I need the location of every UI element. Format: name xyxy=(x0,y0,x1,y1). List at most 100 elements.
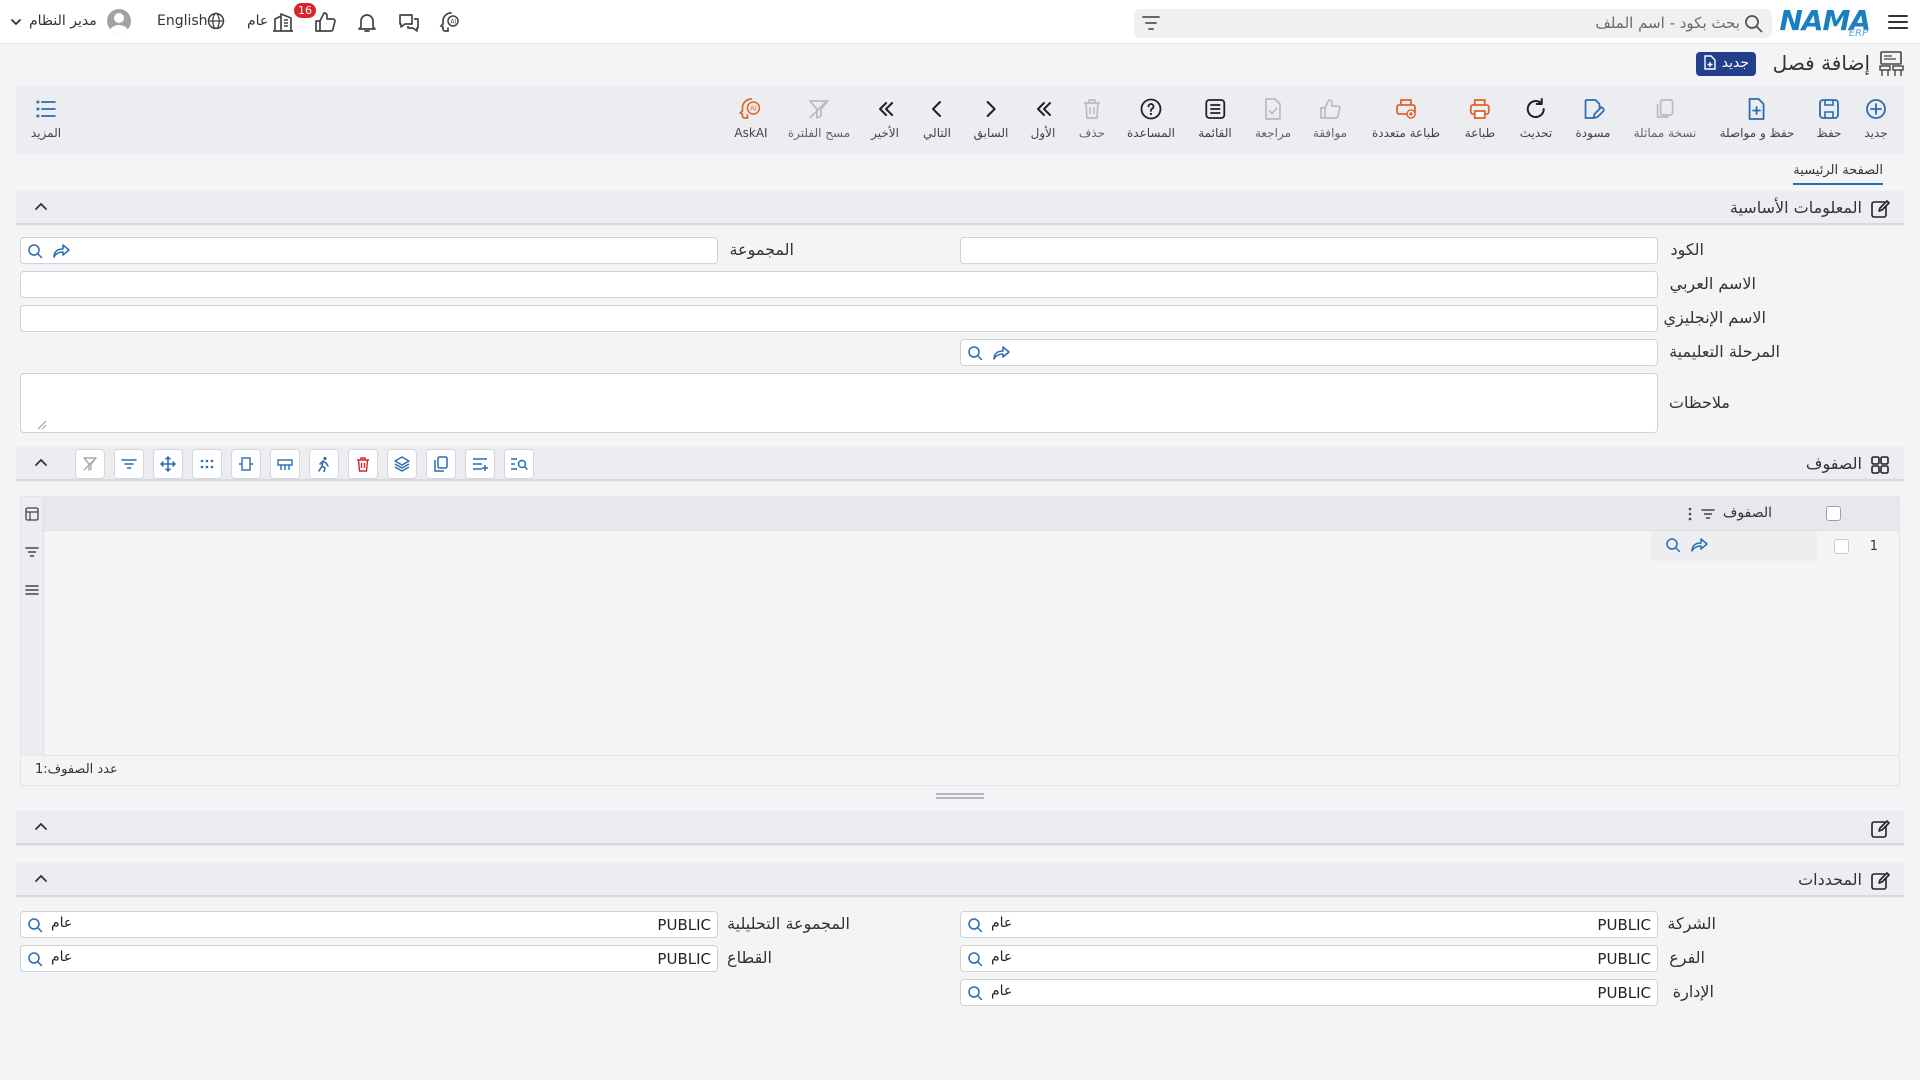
row-checkbox[interactable] xyxy=(1834,539,1849,554)
search-lookup-icon[interactable] xyxy=(27,917,43,933)
search-lookup-icon[interactable] xyxy=(1665,537,1681,553)
search-list-icon xyxy=(511,458,528,471)
table-row[interactable]: 1 xyxy=(44,531,1899,561)
svg-text:AI: AI xyxy=(749,105,756,113)
refresh-button[interactable]: تحديث xyxy=(1520,96,1552,140)
branch-label[interactable]: عام xyxy=(247,13,268,29)
delete-button[interactable]: حذف xyxy=(1079,96,1105,140)
grid-clear-filter-button[interactable] xyxy=(75,449,105,479)
grid-run-button[interactable] xyxy=(309,449,339,479)
english-name-input[interactable] xyxy=(20,305,1658,332)
branch-lookup[interactable]: عام PUBLIC xyxy=(960,945,1658,972)
grid-insert-button[interactable] xyxy=(465,449,495,479)
resize-splitter[interactable] xyxy=(936,793,984,799)
next-button[interactable]: التالي xyxy=(923,96,951,140)
filter-icon[interactable] xyxy=(25,545,39,559)
duplicate-label: نسخة مماثلة xyxy=(1633,126,1697,140)
thumbs-up-icon[interactable] xyxy=(313,10,337,34)
select-all-checkbox[interactable] xyxy=(1826,506,1841,521)
collapsible-section-header[interactable] xyxy=(16,811,1904,845)
sector-lookup[interactable]: عام PUBLIC xyxy=(20,945,718,972)
basic-info-header[interactable]: المعلومات الأساسية xyxy=(16,191,1904,225)
grid-layers-button[interactable] xyxy=(387,449,417,479)
row-lookup-cell[interactable] xyxy=(1651,531,1817,561)
company-lookup[interactable]: عام PUBLIC xyxy=(960,911,1658,938)
chevron-up-icon[interactable] xyxy=(34,872,48,886)
chevron-up-icon[interactable] xyxy=(34,456,48,470)
grid-merge-button[interactable] xyxy=(270,449,300,479)
department-lookup[interactable]: عام PUBLIC xyxy=(960,979,1658,1006)
grid-copy-button[interactable] xyxy=(426,449,456,479)
chevron-up-icon[interactable] xyxy=(34,820,48,834)
clear-filter-button[interactable]: مسح الفلترة xyxy=(788,96,850,140)
grid-sidebar xyxy=(21,497,44,757)
logo[interactable]: NAMA ERP xyxy=(1779,4,1871,39)
group-lookup[interactable] xyxy=(20,237,718,264)
notes-textarea[interactable] xyxy=(20,373,1658,433)
more-button[interactable]: المزيد xyxy=(31,96,61,140)
search-input[interactable]: بحث بكود - اسم الملف xyxy=(1134,9,1772,38)
previous-button[interactable]: السابق xyxy=(974,96,1008,140)
search-lookup-icon[interactable] xyxy=(967,951,983,967)
column-header-rows[interactable]: الصفوف xyxy=(1723,505,1772,521)
ai-assistant-icon[interactable]: AI xyxy=(439,10,463,34)
branch-value: PUBLIC xyxy=(1597,950,1651,968)
print-button[interactable]: طباعة xyxy=(1465,96,1495,140)
search-lookup-icon[interactable] xyxy=(27,951,43,967)
language-switch[interactable]: English xyxy=(157,13,208,29)
grid-delete-button[interactable] xyxy=(348,449,378,479)
last-icon xyxy=(872,96,898,122)
bell-icon[interactable] xyxy=(355,10,379,34)
determinants-header[interactable]: المحددات xyxy=(16,863,1904,897)
merge-icon xyxy=(277,459,293,470)
duplicate-button[interactable]: نسخة مماثلة xyxy=(1633,96,1697,140)
save-button[interactable]: حفظ xyxy=(1816,96,1842,140)
arabic-name-input[interactable] xyxy=(20,271,1658,298)
multi-print-button[interactable]: طباعة متعددة xyxy=(1372,96,1440,140)
stage-lookup[interactable] xyxy=(960,339,1658,366)
review-button[interactable]: مراجعة xyxy=(1255,96,1291,140)
avatar[interactable] xyxy=(107,9,131,33)
user-name[interactable]: مدير النظام xyxy=(29,13,97,29)
search-lookup-icon[interactable] xyxy=(967,345,983,361)
analytic-group-lookup[interactable]: عام PUBLIC xyxy=(20,911,718,938)
edit-icon xyxy=(1870,199,1890,219)
grid-fit-button[interactable] xyxy=(231,449,261,479)
chevron-down-icon[interactable] xyxy=(10,16,22,28)
branch-icon[interactable] xyxy=(271,10,295,34)
save-continue-button[interactable]: حفظ و مواصلة xyxy=(1720,96,1794,140)
column-menu-icon[interactable] xyxy=(1688,507,1692,521)
tab-main[interactable]: الصفحة الرئيسية xyxy=(1793,163,1883,185)
share-icon[interactable] xyxy=(53,243,71,259)
chat-icon[interactable] xyxy=(397,10,421,34)
globe-icon[interactable] xyxy=(207,12,225,30)
search-lookup-icon[interactable] xyxy=(27,243,43,259)
help-button[interactable]: المساعدة xyxy=(1127,96,1175,140)
list-button[interactable]: القائمة xyxy=(1198,96,1232,140)
search-lookup-icon[interactable] xyxy=(967,917,983,933)
first-label: الأول xyxy=(1030,126,1056,140)
menu-icon[interactable] xyxy=(25,583,39,597)
draft-button[interactable]: مسودة xyxy=(1576,96,1610,140)
first-button[interactable]: الأول xyxy=(1030,96,1056,140)
code-input[interactable] xyxy=(960,237,1658,264)
columns-panel-icon[interactable] xyxy=(25,507,39,521)
grid-dots-button[interactable] xyxy=(192,449,222,479)
askai-button[interactable]: AI AskAI xyxy=(734,96,768,140)
menu-icon[interactable] xyxy=(1886,10,1910,34)
chevron-up-icon[interactable] xyxy=(34,200,48,214)
approve-button[interactable]: موافقة xyxy=(1313,96,1347,140)
new-button[interactable]: جديد xyxy=(1863,96,1889,140)
column-filter-icon[interactable] xyxy=(1701,508,1715,520)
filter-icon[interactable] xyxy=(1142,15,1160,31)
grid-move-button[interactable] xyxy=(153,449,183,479)
last-button[interactable]: الأخير xyxy=(871,96,899,140)
department-label: الإدارة xyxy=(1672,982,1714,1001)
grid-filter-button[interactable] xyxy=(114,449,144,479)
resize-handle-icon[interactable] xyxy=(37,420,47,430)
grid-search-button[interactable] xyxy=(504,449,534,479)
share-icon[interactable] xyxy=(1691,537,1709,553)
running-icon xyxy=(318,456,329,472)
search-lookup-icon[interactable] xyxy=(967,985,983,1001)
share-icon[interactable] xyxy=(993,345,1011,361)
